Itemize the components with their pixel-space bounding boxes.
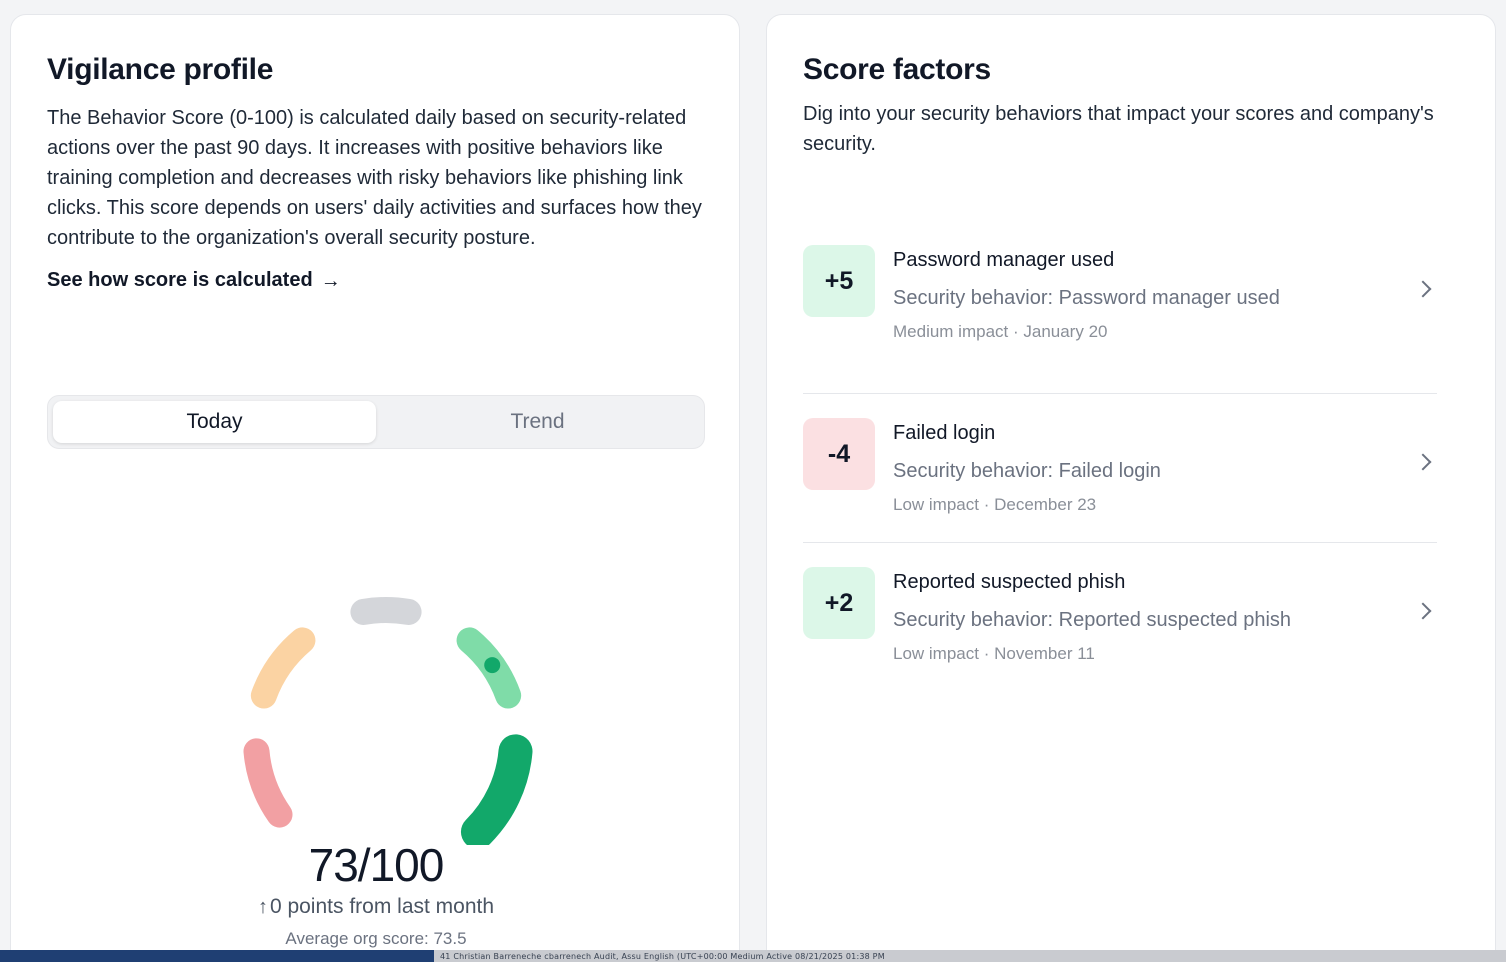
factor-row-reported-phish[interactable]: +2 Reported suspected phish Security beh… — [803, 543, 1437, 692]
arrow-right-icon: → — [320, 269, 341, 292]
arrow-up-icon: ↑ — [257, 895, 268, 918]
factor-meta: Medium impact · January 20 — [893, 322, 1108, 341]
taskbar-strip: 41 Christian Barreneche cbarrenech Audit… — [0, 950, 1506, 962]
factor-badge: +2 — [803, 567, 875, 639]
vigilance-header: Vigilance profile The Behavior Score (0-… — [47, 53, 707, 292]
factor-meta: Low impact · November 11 — [893, 644, 1095, 663]
gauge-indicator — [484, 657, 501, 674]
tab-trend[interactable]: Trend — [376, 401, 699, 443]
factor-text: Password manager used Security behavior:… — [893, 245, 1437, 343]
score-factors-title: Score factors — [803, 53, 991, 86]
vigilance-description: The Behavior Score (0-100) is calculated… — [47, 107, 702, 249]
vigilance-profile-card: Vigilance profile The Behavior Score (0-… — [10, 14, 740, 962]
factor-subtitle: Security behavior: Password manager used — [893, 287, 1280, 309]
vigilance-title: Vigilance profile — [47, 53, 274, 86]
factor-subtitle: Security behavior: Failed login — [893, 460, 1161, 482]
gauge-segment-orange — [250, 627, 316, 709]
gauge-segment-green — [460, 734, 533, 845]
page: Vigilance profile The Behavior Score (0-… — [0, 0, 1506, 962]
factor-title: Failed login — [893, 422, 996, 444]
factor-text: Reported suspected phish Security behavi… — [893, 567, 1437, 665]
score-summary: 73/100 ↑ 0 points from last month Averag… — [11, 837, 739, 949]
score-gauge — [243, 597, 533, 845]
score-factors-header: Score factors Dig into your security beh… — [803, 53, 1443, 159]
factor-title: Password manager used — [893, 249, 1115, 271]
view-toggle: Today Trend — [47, 395, 705, 449]
factor-meta: Low impact · December 23 — [893, 495, 1097, 514]
factor-row-failed-login[interactable]: -4 Failed login Security behavior: Faile… — [803, 394, 1437, 543]
factor-title: Reported suspected phish — [893, 571, 1126, 593]
tab-today[interactable]: Today — [53, 401, 376, 443]
factor-text: Failed login Security behavior: Failed l… — [893, 418, 1437, 516]
taskbar-accent — [0, 950, 434, 962]
average-org-score: Average org score: 73.5 — [285, 929, 467, 948]
gauge-segment-gray — [350, 597, 422, 625]
score-value: 73/100 — [308, 839, 445, 891]
factor-subtitle: Security behavior: Reported suspected ph… — [893, 609, 1292, 631]
factor-list: +5 Password manager used Security behavi… — [803, 245, 1437, 692]
score-factors-subtitle: Dig into your security behaviors that im… — [803, 103, 1434, 155]
factor-badge: -4 — [803, 418, 875, 490]
factor-row-password-manager[interactable]: +5 Password manager used Security behavi… — [803, 245, 1437, 394]
gauge-segment-red — [243, 738, 293, 828]
score-factors-card: Score factors Dig into your security beh… — [766, 14, 1496, 962]
score-change-label: 0 points from last month — [269, 895, 495, 918]
see-how-score-calculated-link[interactable]: See how score is calculated → — [47, 269, 341, 292]
score-change: ↑ 0 points from last month — [258, 895, 494, 919]
taskbar-text: 41 Christian Barreneche cbarrenech Audit… — [440, 951, 885, 961]
factor-badge: +5 — [803, 245, 875, 317]
calc-link-label: See how score is calculated — [47, 269, 313, 291]
